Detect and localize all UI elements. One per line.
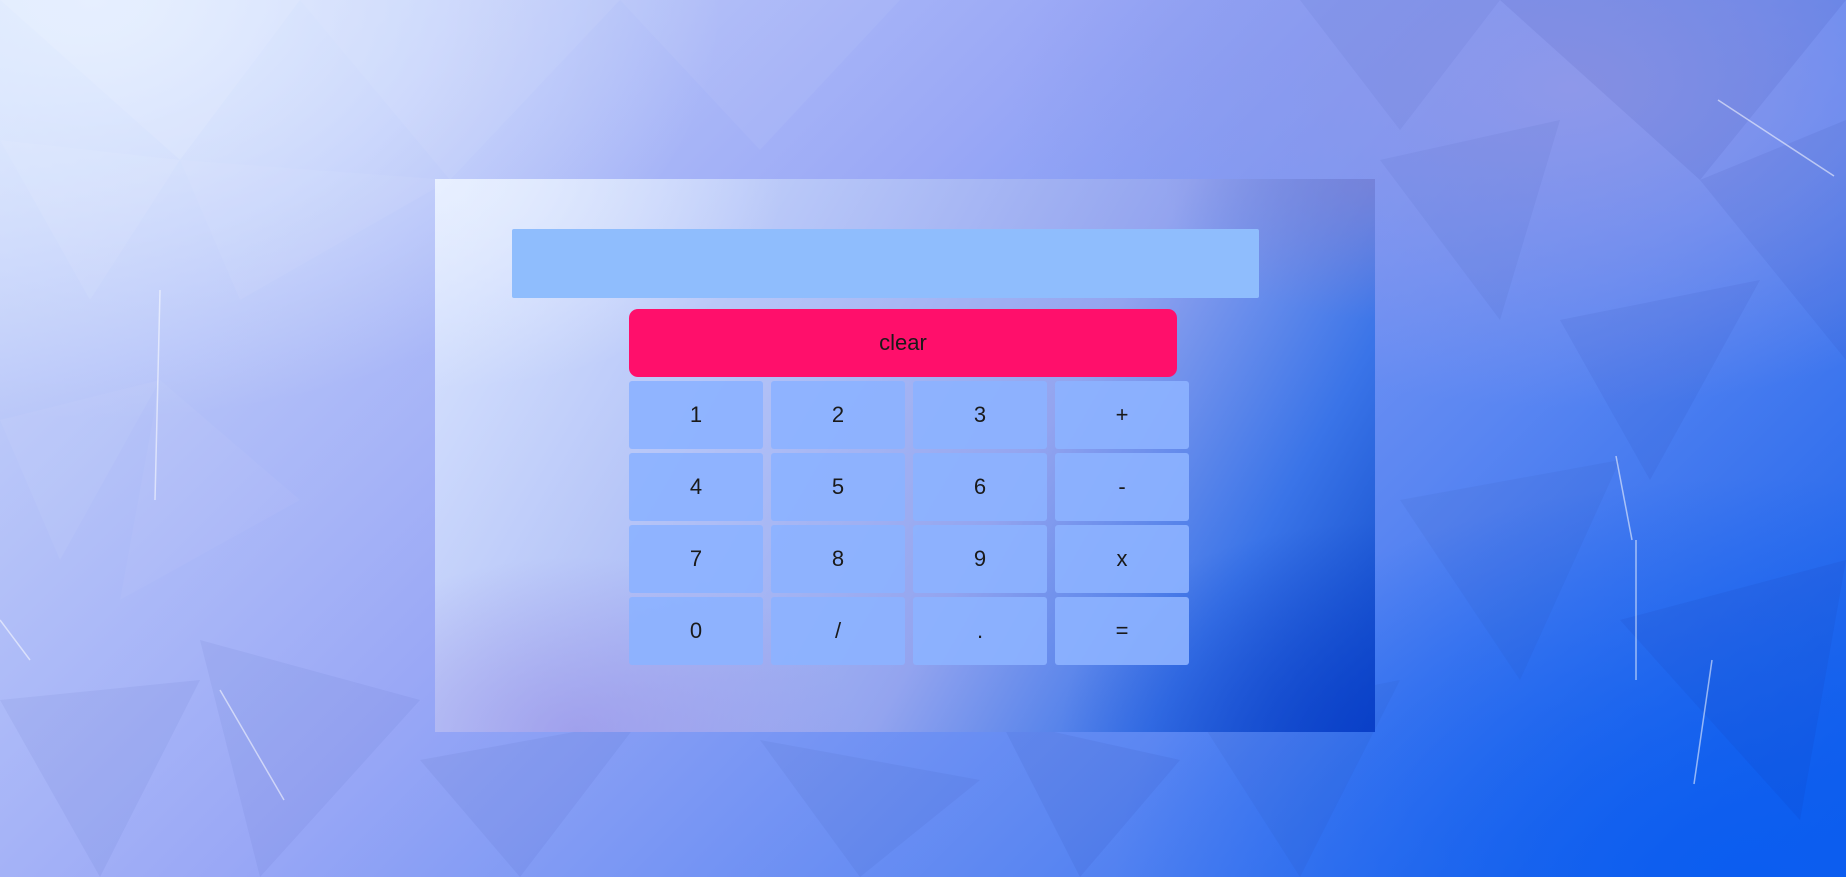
key-equals-button[interactable]: = xyxy=(1055,597,1189,665)
key-divide-button[interactable]: / xyxy=(771,597,905,665)
key-3-button[interactable]: 3 xyxy=(913,381,1047,449)
key-6-button[interactable]: 6 xyxy=(913,453,1047,521)
key-7-button[interactable]: 7 xyxy=(629,525,763,593)
key-2-button[interactable]: 2 xyxy=(771,381,905,449)
key-multiply-button[interactable]: x xyxy=(1055,525,1189,593)
key-decimal-button[interactable]: . xyxy=(913,597,1047,665)
key-1-button[interactable]: 1 xyxy=(629,381,763,449)
key-0-button[interactable]: 0 xyxy=(629,597,763,665)
key-4-button[interactable]: 4 xyxy=(629,453,763,521)
key-plus-button[interactable]: + xyxy=(1055,381,1189,449)
key-8-button[interactable]: 8 xyxy=(771,525,905,593)
keypad: 1 2 3 +4 5 6- 7 8 9 x 0/. = xyxy=(629,381,1189,667)
calculator-display[interactable] xyxy=(512,229,1259,298)
key-minus-button[interactable]: - xyxy=(1055,453,1189,521)
clear-button[interactable]: clear xyxy=(629,309,1177,377)
key-9-button[interactable]: 9 xyxy=(913,525,1047,593)
key-5-button[interactable]: 5 xyxy=(771,453,905,521)
calculator-panel: clear 1 2 3 +4 5 6- 7 8 9 x 0/. = xyxy=(435,179,1375,732)
